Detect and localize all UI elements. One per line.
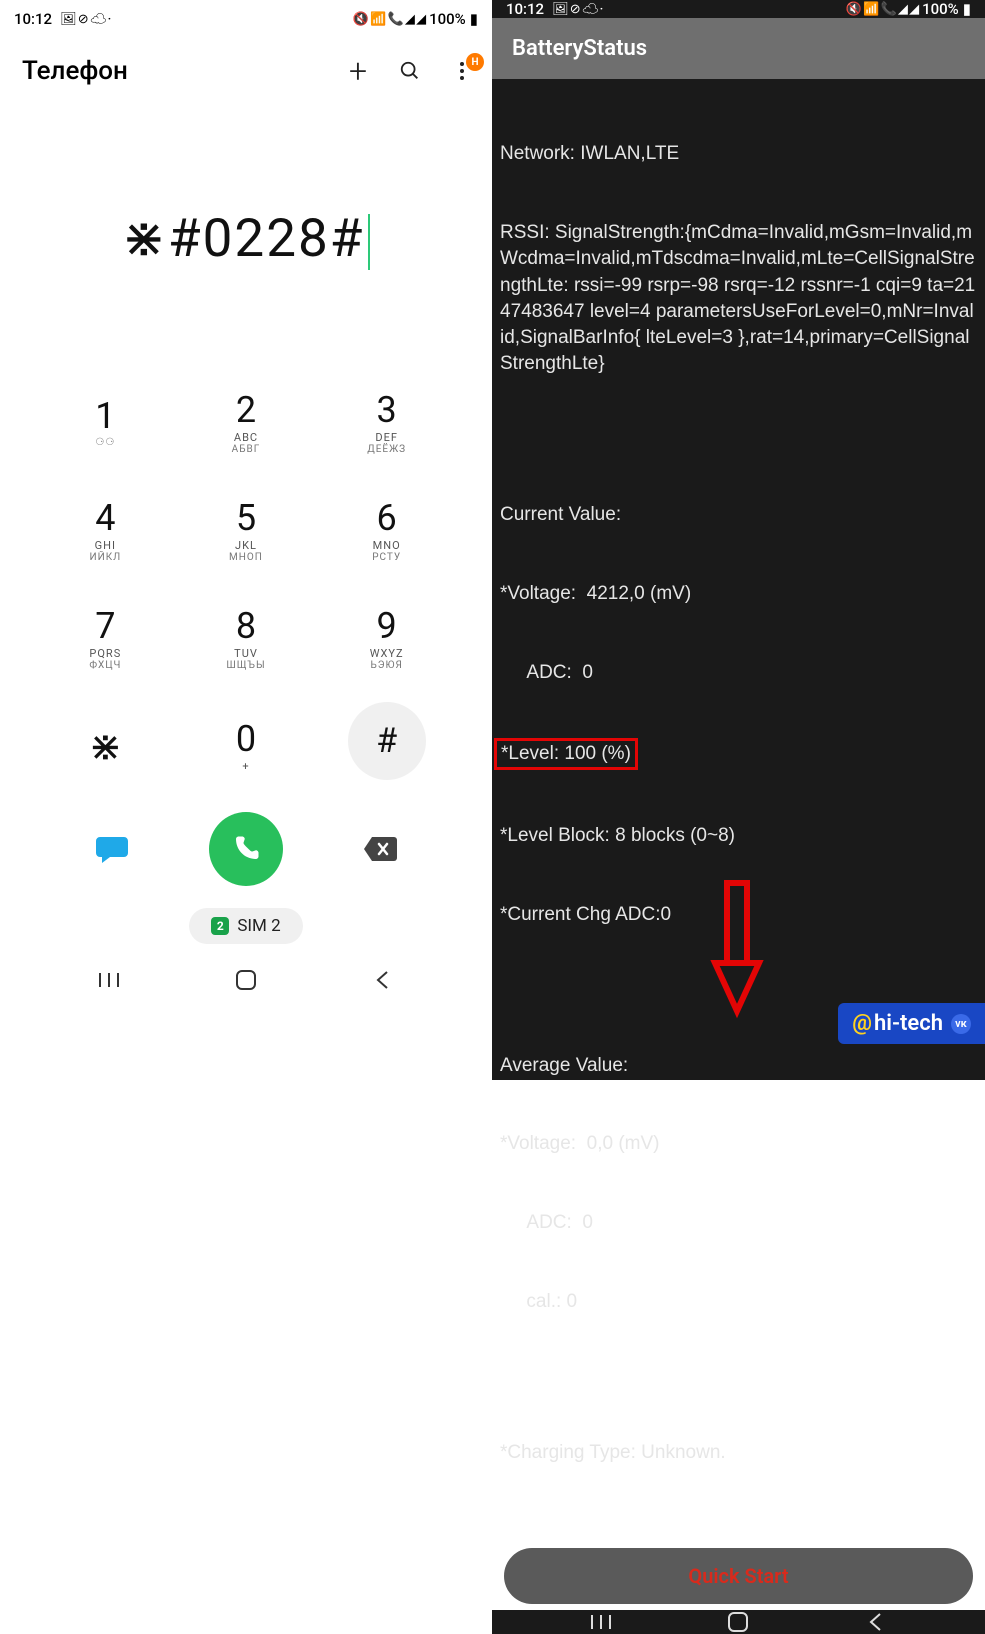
current-value-label: Current Value: xyxy=(500,502,977,528)
quick-start-button[interactable]: Quick Start xyxy=(504,1548,973,1604)
status-bar: 10:12 🖼 ⊘ ☁ · 🔇 📶 📞 ◢ ◢ 100% ▮ xyxy=(492,0,985,18)
nav-recents[interactable] xyxy=(89,968,129,992)
status-left-icons: 🖼 ⊘ ☁ · xyxy=(60,12,110,27)
key-0[interactable]: 0 + xyxy=(181,702,312,792)
cv-levelblock: *Level Block: 8 blocks (0~8) xyxy=(500,823,977,849)
sim-selector-row: 2 SIM 2 xyxy=(0,896,492,952)
status-bar: 10:12 🖼 ⊘ ☁ · 🔇 📶 📞 ◢ ◢ 100% ▮ xyxy=(0,0,492,38)
cv-adc: ADC: 0 xyxy=(500,660,977,686)
sim-selector[interactable]: 2 SIM 2 xyxy=(189,908,302,944)
status-battery: 100% xyxy=(429,10,466,28)
cv-voltage: *Voltage: 4212,0 (mV) xyxy=(500,581,977,607)
status-left-icons: 🖼 ⊘ ☁ · xyxy=(552,2,602,17)
notification-badge: H xyxy=(466,53,484,71)
nav-recents[interactable] xyxy=(581,1610,621,1634)
dial-display: ⋇#0228# xyxy=(0,98,492,378)
status-time: 10:12 xyxy=(14,10,52,28)
charging-type: *Charging Type: Unknown. xyxy=(500,1440,977,1466)
phone-screen-batterystatus: 10:12 🖼 ⊘ ☁ · 🔇 📶 📞 ◢ ◢ 100% ▮ BatterySt… xyxy=(492,0,985,1080)
cursor xyxy=(368,214,370,270)
watermark: @ hi-tech vк xyxy=(838,1003,985,1044)
av-voltage: *Voltage: 0,0 (mV) xyxy=(500,1131,977,1157)
nav-home[interactable] xyxy=(226,968,266,992)
watermark-text: hi-tech xyxy=(874,1011,943,1036)
av-adc: ADC: 0 xyxy=(500,1210,977,1236)
search-button[interactable] xyxy=(398,59,422,83)
key-4[interactable]: 4 GHI ИЙКЛ xyxy=(40,486,171,576)
call-button[interactable] xyxy=(209,812,283,886)
status-right-icons: 🔇 📶 📞 ◢ ◢ xyxy=(846,2,918,17)
nav-bar xyxy=(492,1610,985,1634)
sim-number-badge: 2 xyxy=(211,917,229,935)
battery-icon: ▮ xyxy=(470,10,478,28)
nav-back[interactable] xyxy=(363,968,403,992)
rssi-line: RSSI: SignalStrength:{mCdma=Invalid,mGsm… xyxy=(500,220,977,377)
app-title: Телефон xyxy=(22,56,128,86)
network-line: Network: IWLAN,LTE xyxy=(500,141,977,167)
key-7[interactable]: 7 PQRS ФХЦЧ xyxy=(40,594,171,684)
key-6[interactable]: 6 MNO РСТУ xyxy=(321,486,452,576)
add-button[interactable] xyxy=(346,59,370,83)
watermark-at: @ xyxy=(852,1011,872,1036)
key-2[interactable]: 2 ABC АБВГ xyxy=(181,378,312,468)
more-button[interactable]: H xyxy=(450,59,474,83)
nav-home[interactable] xyxy=(718,1610,758,1634)
av-cal: cal.: 0 xyxy=(500,1289,977,1315)
status-battery: 100% xyxy=(922,0,959,18)
status-right-icons: 🔇 📶 📞 ◢ ◢ xyxy=(353,12,425,27)
dialed-number: ⋇#0228# xyxy=(122,207,371,270)
key-8[interactable]: 8 TUV ШЩЪЫ xyxy=(181,594,312,684)
key-hash[interactable]: # xyxy=(348,702,426,780)
average-value-label: Average Value: xyxy=(500,1053,977,1079)
dial-actions xyxy=(0,792,492,896)
nav-bar xyxy=(0,952,492,1008)
key-3[interactable]: 3 DEF ДЕЁЖЗ xyxy=(321,378,452,468)
key-5[interactable]: 5 JKL МНОП xyxy=(181,486,312,576)
watermark-badge: vк xyxy=(951,1014,971,1034)
battery-icon: ▮ xyxy=(963,0,971,18)
cv-level-highlighted: *Level: 100 (%) xyxy=(494,738,638,770)
batterystatus-title: BatteryStatus xyxy=(492,18,985,79)
nav-back[interactable] xyxy=(856,1610,896,1634)
messages-button[interactable] xyxy=(84,821,140,877)
sim-label: SIM 2 xyxy=(237,916,280,936)
status-time: 10:12 xyxy=(506,0,544,18)
cv-chgadc: *Current Chg ADC:0 xyxy=(500,902,977,928)
key-1[interactable]: 1 ⚆⚆ xyxy=(40,378,171,468)
backspace-button[interactable] xyxy=(352,821,408,877)
phone-screen-dialer: 10:12 🖼 ⊘ ☁ · 🔇 📶 📞 ◢ ◢ 100% ▮ Телефон H… xyxy=(0,0,492,1080)
key-star[interactable]: ⋇ xyxy=(40,702,171,792)
app-header: Телефон H xyxy=(0,38,492,98)
key-9[interactable]: 9 WXYZ ЬЭЮЯ xyxy=(321,594,452,684)
keypad: 1 ⚆⚆ 2 ABC АБВГ 3 DEF ДЕЁЖЗ 4 GHI ИЙКЛ 5… xyxy=(0,378,492,792)
batterystatus-body: Network: IWLAN,LTE RSSI: SignalStrength:… xyxy=(492,79,985,1548)
